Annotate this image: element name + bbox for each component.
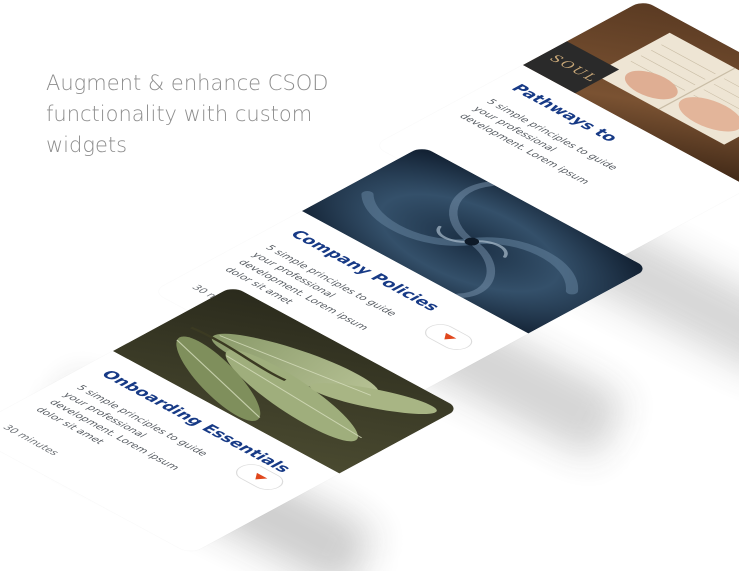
play-button[interactable] xyxy=(418,320,479,354)
stage: Augment & enhance CSOD functionality wit… xyxy=(0,0,739,571)
page-headline: Augment & enhance CSOD functionality wit… xyxy=(46,71,329,157)
card-description: 5 simple principles to guide your profes… xyxy=(32,383,211,472)
card-duration: 30 minutes xyxy=(0,423,62,457)
play-triangle-icon xyxy=(250,472,268,483)
play-triangle-icon xyxy=(439,332,457,343)
card-policies-anchor: Company Policies 5 simple principles to … xyxy=(152,146,649,415)
card-onboarding-anchor: Onboarding Essentials 5 simple principle… xyxy=(0,286,460,555)
card-pathways-anchor: SOUL Pathways to 5 simple principles to … xyxy=(373,0,739,269)
